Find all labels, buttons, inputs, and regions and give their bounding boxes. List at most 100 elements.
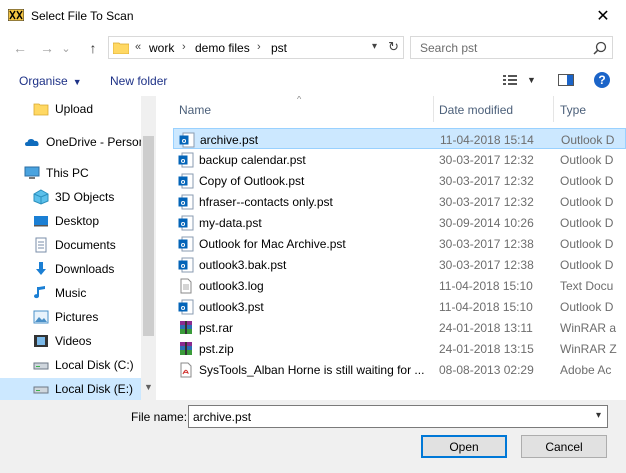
onedrive-icon xyxy=(24,134,40,150)
sidebar-item[interactable]: Music xyxy=(0,282,141,304)
sidebar-item[interactable]: Desktop xyxy=(0,210,141,232)
forward-button[interactable]: → xyxy=(38,39,56,57)
file-name-value[interactable]: archive.pst xyxy=(193,410,251,424)
open-button[interactable]: Open xyxy=(421,435,507,458)
file-row[interactable]: o Copy of Outlook.pst 30-03-2017 12:32 Outl… xyxy=(173,170,626,191)
search-box[interactable]: Search pst xyxy=(410,36,613,59)
column-divider[interactable] xyxy=(553,96,554,122)
folder-icon xyxy=(33,101,49,117)
organise-button[interactable]: Organise ▼ xyxy=(19,74,82,88)
organise-label: Organise xyxy=(19,74,68,88)
file-name: archive.pst xyxy=(200,133,259,147)
title-bar: Select File To Scan ✕ xyxy=(0,0,626,31)
sidebar-item[interactable]: Pictures xyxy=(0,306,141,328)
column-divider[interactable] xyxy=(433,96,434,122)
file-name: Copy of Outlook.pst xyxy=(199,174,305,188)
address-separator-icon[interactable]: › xyxy=(257,41,261,53)
file-row[interactable]: o hfraser--contacts only.pst 30-03-2017 12… xyxy=(173,191,626,212)
chevron-down-icon[interactable]: ▾ xyxy=(596,410,601,421)
search-input[interactable]: Search pst xyxy=(420,41,477,55)
navigation-pane-scrollbar[interactable]: ▼ xyxy=(141,96,156,400)
file-name: outlook3.pst xyxy=(199,300,264,314)
address-segment-work[interactable]: work xyxy=(149,41,174,55)
chevron-down-icon: ▼ xyxy=(72,77,82,87)
file-row[interactable]: o outlook3.bak.pst 30-03-2017 12:38 Outlook… xyxy=(173,254,626,275)
sidebar-item[interactable]: This PC xyxy=(0,162,141,184)
column-header-date-modified[interactable]: Date modified xyxy=(439,103,513,117)
file-row[interactable]: pst.zip 24-01-2018 13:15 WinRAR Z xyxy=(173,338,626,359)
file-date-modified: 11-04-2018 15:14 xyxy=(440,133,534,147)
address-overflow-icon[interactable]: « xyxy=(135,41,141,53)
back-button[interactable]: ← xyxy=(11,39,29,57)
content-area: Upload OneDrive - Person This PC 3D Objects… xyxy=(0,96,626,400)
close-icon: ✕ xyxy=(596,7,610,25)
app-icon xyxy=(8,9,24,21)
file-row[interactable]: SysTools_Alban Horne is still waiting fo… xyxy=(173,359,626,380)
back-arrow-icon: ← xyxy=(13,40,27,56)
sidebar-item[interactable]: OneDrive - Person xyxy=(0,131,141,153)
file-name: outlook3.bak.pst xyxy=(199,258,287,272)
view-options-icon[interactable] xyxy=(503,74,517,86)
refresh-icon[interactable]: ↻ xyxy=(388,39,399,55)
file-type: Outlook D xyxy=(561,133,615,147)
address-bar[interactable]: « work › demo files › pst ▾ ↻ xyxy=(108,36,404,59)
scrollbar-thumb[interactable] xyxy=(143,136,154,336)
sidebar-item[interactable]: Videos xyxy=(0,330,141,352)
address-separator-icon[interactable]: › xyxy=(182,41,186,53)
sidebar-item[interactable]: Documents xyxy=(0,234,141,256)
outlook-file-icon: o xyxy=(178,299,194,315)
file-name-label: File name: xyxy=(131,410,188,424)
outlook-file-icon: o xyxy=(179,132,195,148)
sidebar-item[interactable]: Upload xyxy=(0,98,141,120)
sidebar-item[interactable]: Downloads xyxy=(0,258,141,280)
file-row[interactable]: o backup calendar.pst 30-03-2017 12:32 Outl… xyxy=(173,149,626,170)
file-type: Outlook D xyxy=(560,195,614,209)
address-segment-demo-files[interactable]: demo files xyxy=(195,41,250,55)
help-icon[interactable]: ? xyxy=(594,72,610,88)
file-row[interactable]: o outlook3.pst 11-04-2018 15:10 Outlook D xyxy=(173,296,626,317)
outlook-file-icon: o xyxy=(178,152,194,168)
sidebar-item-label: 3D Objects xyxy=(55,190,115,204)
sidebar-item[interactable]: 3D Objects xyxy=(0,186,141,208)
svg-text:o: o xyxy=(181,303,186,312)
file-name: Outlook for Mac Archive.pst xyxy=(199,237,346,251)
recent-locations-button[interactable]: ⌄ xyxy=(60,39,72,57)
file-row[interactable]: o Outlook for Mac Archive.pst 30-03-2017 1… xyxy=(173,233,626,254)
file-date-modified: 11-04-2018 15:10 xyxy=(439,279,533,293)
preview-pane-icon[interactable] xyxy=(558,74,574,86)
sidebar-item-label: Upload xyxy=(55,102,94,116)
file-list[interactable]: ^ Name Date modified Type o archive.pst 11… xyxy=(157,96,626,400)
file-type: Outlook D xyxy=(560,216,614,230)
column-header-row: ^ Name Date modified Type xyxy=(157,96,626,122)
file-row[interactable]: outlook3.log 11-04-2018 15:10 Text Docu xyxy=(173,275,626,296)
address-dropdown-icon[interactable]: ▾ xyxy=(372,41,377,52)
sidebar-item-label: Desktop xyxy=(55,214,100,228)
column-header-type[interactable]: Type xyxy=(560,103,586,117)
svg-text:o: o xyxy=(182,136,187,145)
file-date-modified: 24-01-2018 13:11 xyxy=(439,321,533,335)
scroll-down-icon[interactable]: ▼ xyxy=(144,382,153,392)
file-type: Text Docu xyxy=(560,279,614,293)
cancel-button[interactable]: Cancel xyxy=(521,435,607,458)
sidebar-item-label: OneDrive - Person xyxy=(46,135,141,149)
file-row[interactable]: pst.rar 24-01-2018 13:11 WinRAR a xyxy=(173,317,626,338)
file-row[interactable]: o my-data.pst 30-09-2014 10:26 Outlook D xyxy=(173,212,626,233)
file-name: hfraser--contacts only.pst xyxy=(199,195,333,209)
address-segment-pst[interactable]: pst xyxy=(271,41,287,55)
view-dropdown-icon[interactable]: ▼ xyxy=(527,75,536,85)
file-type: WinRAR Z xyxy=(560,342,617,356)
close-button[interactable]: ✕ xyxy=(580,0,626,31)
up-arrow-icon: ↑ xyxy=(89,40,97,56)
file-name-field[interactable]: archive.pst ▾ xyxy=(188,405,608,428)
file-date-modified: 30-03-2017 12:32 xyxy=(439,174,534,188)
navigation-pane[interactable]: Upload OneDrive - Person This PC 3D Objects… xyxy=(0,96,141,400)
up-button[interactable]: ↑ xyxy=(84,39,102,57)
sidebar-item[interactable]: Local Disk (C:) xyxy=(0,354,141,376)
sidebar-item[interactable]: Local Disk (E:) xyxy=(0,378,141,400)
file-row[interactable]: o archive.pst 11-04-2018 15:14 Outlook D xyxy=(173,128,626,149)
dialog-footer: File name: archive.pst ▾ Open Cancel xyxy=(0,400,626,473)
file-date-modified: 30-09-2014 10:26 xyxy=(439,216,534,230)
column-header-name[interactable]: Name xyxy=(179,103,211,117)
new-folder-button[interactable]: New folder xyxy=(110,74,167,88)
forward-arrow-icon: → xyxy=(40,40,54,56)
